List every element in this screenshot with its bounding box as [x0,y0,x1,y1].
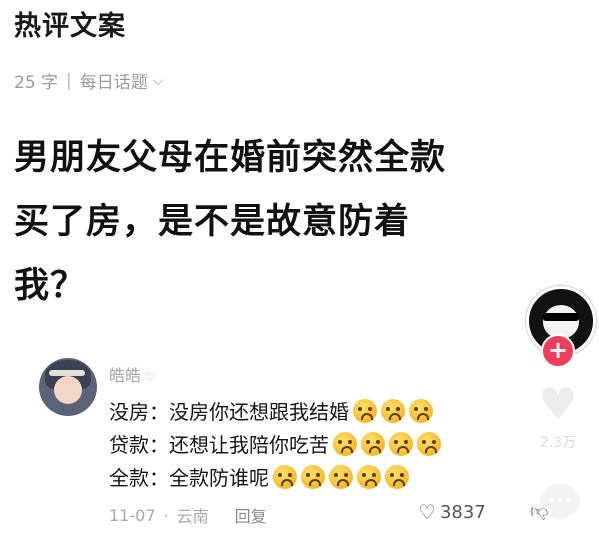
crying-emoji-icon [381,398,405,423]
crying-emoji-icon [389,431,413,456]
commenter-name[interactable]: 皓皓 ♡ [109,362,155,386]
comment-footer: 11-07 · 云南 回复 [109,503,267,527]
comment-line: 没房： 没房你还想跟我结婚 [109,396,433,425]
headline-line: 我？ [14,266,87,306]
thumb-down-icon[interactable]: 👎︎ [530,500,548,522]
avatar-glasses [543,313,579,321]
like-count-faded: 2.3万 [539,435,577,451]
crying-emoji-icon [353,398,377,423]
chevron-down-icon: ⌵ [152,72,164,89]
crying-emoji-icon [417,431,441,456]
post-headline: 男朋友父母在婚前突然全款 买了房，是不是故意防着 我？ [14,126,584,318]
comment-line: 贷款： 还想让我陪你吃苦 [109,429,441,458]
comment-line-text: 全款防谁呢 [169,466,269,490]
headline-line: 男朋友父母在婚前突然全款 [14,138,447,178]
crying-emoji-icon [301,464,325,489]
topic-selector[interactable]: 每日话题 ⌵ [79,68,164,94]
crying-emoji-icon [385,464,409,489]
reply-button[interactable]: 回复 [235,503,267,527]
heart-badge-icon: ♡ [144,370,155,384]
comment-line-label: 全款： [109,466,169,490]
topic-label: 每日话题 [79,73,148,93]
heart-outline-icon: ♡ [418,500,436,524]
headline-line: 买了房，是不是故意防着 [14,202,411,242]
crying-emoji-icon [333,431,357,456]
comment-date: 11-07 [109,505,156,525]
crying-emoji-icon [409,398,433,423]
comment-location: 云南 [176,507,209,526]
meta-separator: | [66,70,72,91]
crying-emoji-icon [361,431,385,456]
like-count: 3837 [439,501,486,523]
avatar-face [54,376,82,404]
crying-emoji-icon [329,464,353,489]
comment-line: 全款： 全款防谁呢 [109,462,409,491]
comment-line-label: 没房： [109,400,169,424]
word-count: 25 字 [14,73,59,93]
page-title: 热评文案 [14,11,126,42]
footer-dot: · [163,505,169,525]
commenter-avatar[interactable] [39,358,97,416]
post-meta: 25 字 | 每日话题 ⌵ [14,68,164,94]
comment-like-button[interactable]: ♡ 3837 [418,500,486,524]
username: 皓皓 [109,366,142,385]
crying-emoji-icon [273,464,297,489]
comment-line-text: 还想让我陪你吃苦 [169,433,329,457]
comment-line-text: 没房你还想跟我结婚 [169,400,349,424]
follow-button[interactable]: + [541,334,575,368]
crying-emoji-icon [357,464,381,489]
heart-icon[interactable]: ♥ [536,383,580,427]
comment-line-label: 贷款： [109,433,169,457]
plus-icon: + [547,336,569,364]
